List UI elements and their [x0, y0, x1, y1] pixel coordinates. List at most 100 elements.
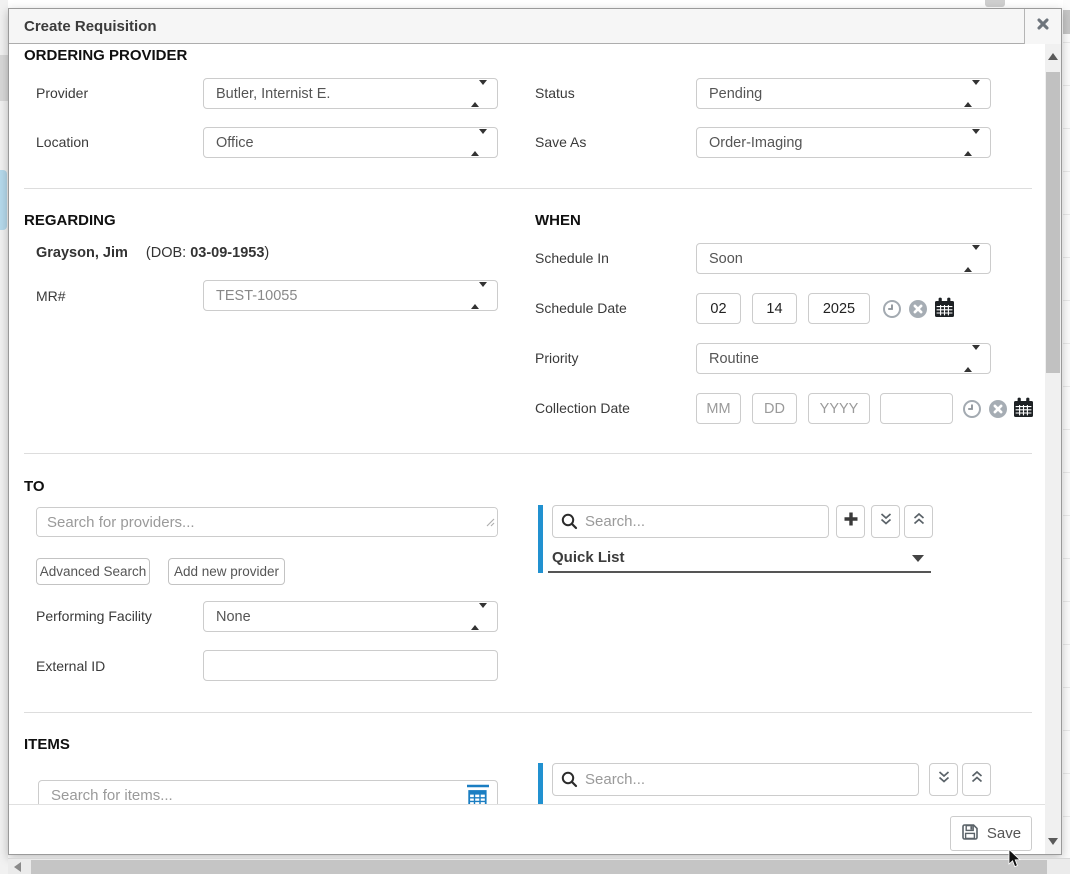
advanced-search-label: Advanced Search	[40, 564, 147, 579]
double-chevron-up-icon	[969, 769, 985, 790]
schedule-in-label: Schedule In	[535, 250, 609, 266]
items-heading: ITEMS	[24, 736, 70, 753]
dialog-header: Create Requisition	[9, 9, 1061, 44]
location-select[interactable]: Office	[203, 127, 498, 158]
patient-name: Grayson, Jim	[36, 245, 128, 261]
background-button-fragment	[0, 170, 7, 230]
scroll-left-arrow[interactable]	[14, 862, 21, 872]
performing-facility-select-value: None	[216, 609, 251, 625]
collection-date-clock-icon[interactable]	[962, 399, 982, 424]
scroll-up-arrow[interactable]	[1048, 53, 1058, 60]
items-expand-all-button[interactable]	[929, 763, 958, 796]
status-select-value: Pending	[709, 86, 762, 102]
save-as-select-value: Order-Imaging	[709, 135, 802, 151]
scrollbar-thumb[interactable]	[1046, 72, 1060, 373]
when-heading: WHEN	[535, 212, 581, 229]
items-collapse-all-button[interactable]	[962, 763, 991, 796]
page: Create Requisition ORDERING PROVIDER Pro…	[0, 0, 1070, 874]
location-label: Location	[36, 134, 89, 150]
provider-select[interactable]: Butler, Internist E.	[203, 78, 498, 109]
horizontal-scrollbar-thumb[interactable]	[31, 860, 1047, 874]
schedule-date-month-input[interactable]	[696, 293, 741, 324]
advanced-search-button[interactable]: Advanced Search	[36, 558, 150, 585]
to-panel-accent-bar	[538, 505, 543, 573]
dob-open: (DOB:	[146, 245, 190, 261]
collection-date-time-input[interactable]	[880, 393, 953, 424]
select-caret-icon	[471, 85, 487, 103]
to-collapse-all-button[interactable]	[904, 505, 933, 538]
schedule-in-select[interactable]: Soon	[696, 243, 991, 274]
schedule-in-select-value: Soon	[709, 251, 743, 267]
collection-date-clear-icon[interactable]	[988, 399, 1008, 424]
search-icon	[561, 513, 578, 535]
quick-list-underline	[548, 571, 931, 573]
external-id-label: External ID	[36, 658, 105, 674]
performing-facility-label: Performing Facility	[36, 608, 152, 624]
add-provider-to-list-button[interactable]	[836, 505, 865, 538]
dialog-title: Create Requisition	[24, 9, 157, 44]
modal-vertical-scrollbar[interactable]	[1045, 44, 1061, 854]
background-page-right	[1063, 0, 1070, 874]
to-quick-search-input[interactable]	[552, 505, 829, 538]
items-table-icon[interactable]	[466, 784, 490, 804]
items-quick-search-input[interactable]	[552, 763, 919, 796]
scroll-down-arrow[interactable]	[1048, 838, 1058, 845]
create-requisition-dialog: Create Requisition ORDERING PROVIDER Pro…	[8, 8, 1062, 855]
add-new-provider-button[interactable]: Add new provider	[168, 558, 285, 585]
schedule-date-label: Schedule Date	[535, 300, 627, 316]
ordering-provider-heading: ORDERING PROVIDER	[24, 47, 187, 64]
collection-date-calendar-icon[interactable]	[1013, 397, 1034, 423]
save-icon	[961, 823, 979, 845]
status-select[interactable]: Pending	[696, 78, 991, 109]
priority-select[interactable]: Routine	[696, 343, 991, 374]
collection-date-day-input[interactable]	[752, 393, 797, 424]
horizontal-scrollbar[interactable]	[8, 858, 1070, 874]
external-id-input[interactable]	[203, 650, 498, 681]
close-button[interactable]	[1024, 9, 1061, 44]
add-new-provider-label: Add new provider	[174, 564, 279, 579]
background-toolbar-fragment	[0, 55, 8, 101]
schedule-date-calendar-icon[interactable]	[934, 297, 955, 323]
location-select-value: Office	[216, 135, 254, 151]
schedule-date-year-input[interactable]	[808, 293, 870, 324]
mr-select-value: TEST-10055	[216, 288, 297, 304]
quick-list-caret-icon[interactable]	[912, 555, 924, 562]
quick-list-label: Quick List	[552, 549, 625, 566]
select-caret-icon	[964, 350, 980, 368]
save-button[interactable]: Save	[950, 816, 1032, 851]
to-expand-all-button[interactable]	[871, 505, 900, 538]
performing-facility-select[interactable]: None	[203, 601, 498, 632]
patient-info-line: Grayson, Jim (DOB: 03-09-1953)	[36, 245, 269, 261]
collection-date-month-input[interactable]	[696, 393, 741, 424]
mr-select[interactable]: TEST-10055	[203, 280, 498, 311]
double-chevron-down-icon	[878, 511, 894, 532]
priority-label: Priority	[535, 350, 579, 366]
select-caret-icon	[964, 85, 980, 103]
schedule-date-day-input[interactable]	[752, 293, 797, 324]
section-divider	[24, 712, 1032, 713]
provider-search-textarea[interactable]	[36, 507, 498, 537]
section-divider	[24, 188, 1032, 189]
select-caret-icon	[964, 134, 980, 152]
collection-date-year-input[interactable]	[808, 393, 870, 424]
plus-icon	[843, 511, 859, 532]
schedule-date-clear-icon[interactable]	[908, 299, 928, 324]
schedule-date-clock-icon[interactable]	[882, 299, 902, 324]
save-as-select[interactable]: Order-Imaging	[696, 127, 991, 158]
dob-value: 03-09-1953	[190, 245, 264, 261]
double-chevron-up-icon	[911, 511, 927, 532]
status-label: Status	[535, 85, 575, 101]
select-caret-icon	[964, 250, 980, 268]
save-label: Save	[987, 825, 1021, 842]
section-divider	[24, 453, 1032, 454]
items-search-input[interactable]	[38, 780, 498, 804]
footer-divider	[9, 804, 1045, 805]
items-panel-accent-bar	[538, 763, 543, 804]
background-fragment-top	[985, 0, 1005, 7]
save-as-label: Save As	[535, 134, 586, 150]
select-caret-icon	[471, 608, 487, 626]
mr-label: MR#	[36, 288, 66, 304]
provider-label: Provider	[36, 85, 88, 101]
resize-handle-icon[interactable]	[486, 514, 495, 532]
select-caret-icon	[471, 287, 487, 305]
